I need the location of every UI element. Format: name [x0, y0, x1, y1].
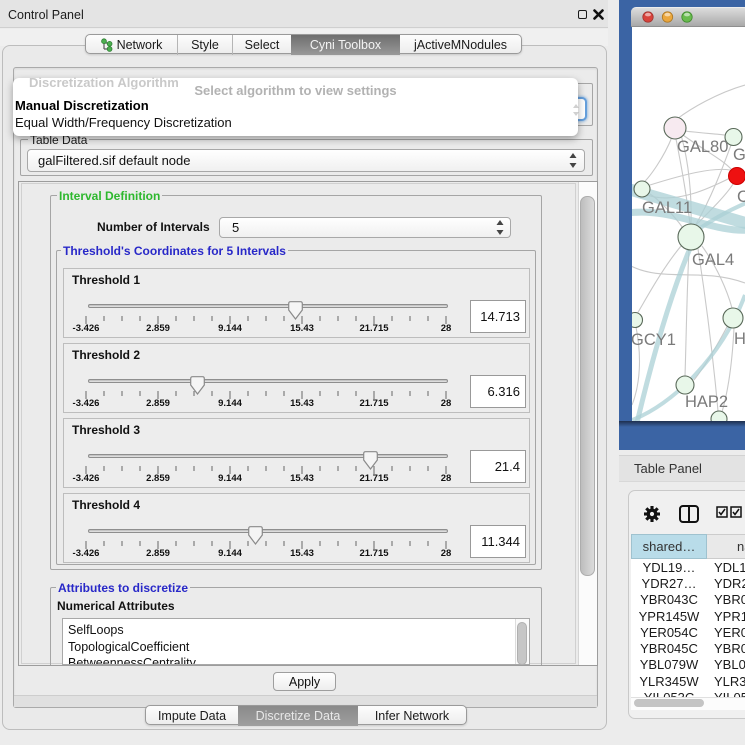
svg-text:HAP2: HAP2 [685, 393, 728, 411]
svg-text:G.: G. [733, 146, 745, 164]
svg-text:H: H [734, 330, 745, 348]
svg-text:GAL4: GAL4 [692, 251, 734, 269]
svg-text:GAL11: GAL11 [642, 199, 692, 217]
svg-text:GAL80: GAL80 [677, 138, 728, 156]
svg-text:GCY1: GCY1 [632, 331, 676, 349]
svg-text:C: C [737, 188, 745, 206]
